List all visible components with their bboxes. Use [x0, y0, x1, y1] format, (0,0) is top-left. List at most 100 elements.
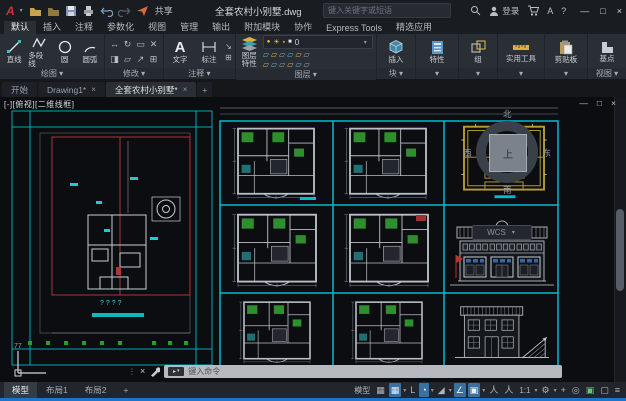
doc-minimize-button[interactable]: —: [579, 98, 588, 108]
polyline-tool[interactable]: 多段线: [28, 35, 50, 68]
object-snap-tracking-icon[interactable]: ∠: [454, 383, 466, 397]
hardware-acceleration-icon[interactable]: ▣: [584, 383, 597, 397]
properties-tool[interactable]: 特性: [419, 40, 455, 64]
compass-north[interactable]: 北: [503, 108, 512, 120]
clean-screen-icon[interactable]: ▢: [598, 383, 611, 397]
signin-button[interactable]: 登录: [489, 5, 519, 17]
doc-restore-button[interactable]: □: [597, 98, 602, 108]
layer-tool-icon[interactable]: ▱: [287, 60, 293, 69]
panel-label-utilities[interactable]: ▾: [498, 68, 544, 79]
vertical-scrollbar[interactable]: [614, 97, 626, 382]
ribbon-tab-insert[interactable]: 插入: [36, 19, 68, 34]
annotation-visibility-icon[interactable]: 人: [487, 383, 500, 397]
ribbon-tab-annotate[interactable]: 注释: [68, 19, 100, 34]
panel-label-clipboard[interactable]: ▾: [545, 68, 587, 79]
new-tab-button[interactable]: +: [197, 82, 212, 97]
panel-label-block[interactable]: 块 ▾: [377, 68, 415, 79]
ribbon-tab-default[interactable]: 默认: [4, 19, 36, 34]
layer-tool-icon[interactable]: ▱: [303, 50, 309, 59]
layer-tool-icon[interactable]: ▱: [279, 50, 285, 59]
crosshair-icon[interactable]: +: [559, 383, 568, 397]
workspace-caret-icon[interactable]: ▾: [554, 387, 557, 394]
base-point-tool[interactable]: 基点: [591, 40, 623, 63]
new-layout-button[interactable]: +: [115, 382, 136, 398]
ribbon-tab-output[interactable]: 输出: [205, 19, 237, 34]
help-icon[interactable]: ?: [561, 6, 566, 16]
panel-label-annotate[interactable]: 注释 ▾: [164, 68, 235, 79]
command-prompt-icon[interactable]: ▸▾: [168, 367, 184, 376]
osnap-caret-icon[interactable]: ▾: [482, 387, 485, 394]
wrench-icon[interactable]: [149, 366, 160, 377]
isolate-objects-icon[interactable]: ◎: [570, 383, 582, 397]
app-store-icon[interactable]: A: [547, 6, 553, 16]
ribbon-tab-addins[interactable]: 附加模块: [237, 19, 287, 34]
layer-tool-icon[interactable]: ▱: [287, 50, 293, 59]
layer-tool-icon[interactable]: ▱: [271, 50, 277, 59]
undo-icon[interactable]: [100, 5, 113, 17]
model-space-button[interactable]: 模型: [352, 385, 372, 396]
wcs-dropdown[interactable]: WCS ▾: [472, 225, 532, 240]
ribbon-tab-express[interactable]: Express Tools: [319, 22, 389, 34]
paste-tool[interactable]: 剪贴板: [548, 40, 584, 64]
drawing-viewport[interactable]: [-][俯视][二维线框] — □ ×: [0, 97, 626, 382]
ortho-mode-icon[interactable]: L: [408, 383, 417, 397]
insert-block-tool[interactable]: 插入: [383, 39, 409, 64]
close-tab-icon[interactable]: ×: [91, 85, 96, 94]
save-icon[interactable]: [65, 5, 77, 17]
panel-label-draw[interactable]: 绘图 ▾: [0, 68, 104, 79]
open-icon[interactable]: [29, 5, 42, 17]
utilities-tool[interactable]: 实用工具: [501, 40, 541, 63]
annotation-autoscale-icon[interactable]: 人: [502, 383, 515, 397]
snap-mode-icon[interactable]: ▦: [389, 383, 402, 397]
layer-tool-icon[interactable]: ▱: [263, 60, 269, 69]
maximize-button[interactable]: □: [600, 6, 605, 16]
doc-close-button[interactable]: ×: [611, 98, 616, 108]
viewcube-top-face[interactable]: 上: [489, 134, 527, 172]
text-tool[interactable]: A 文字: [167, 40, 193, 64]
close-tab-icon[interactable]: ×: [183, 85, 188, 94]
layer-properties-tool[interactable]: 图层特性: [239, 36, 260, 68]
layout-tab-layout1[interactable]: 布局1: [38, 382, 76, 398]
grid-display-icon[interactable]: ▦: [374, 383, 387, 397]
compass-west[interactable]: 西: [463, 147, 472, 159]
iso-caret-icon[interactable]: ▾: [449, 387, 452, 394]
search-input[interactable]: 键入关键字或短语: [323, 3, 451, 18]
layer-tool-icon[interactable]: ▱: [295, 60, 301, 69]
folder-icon[interactable]: [47, 5, 60, 17]
ribbon-tab-parametric[interactable]: 参数化: [100, 19, 141, 34]
erase-icon[interactable]: ✕: [147, 37, 160, 52]
panel-label-view[interactable]: 视图 ▾: [588, 68, 626, 79]
leader-icon[interactable]: ↘: [225, 42, 232, 51]
compass-east[interactable]: 东: [542, 147, 551, 159]
compass-south[interactable]: 南: [503, 184, 512, 196]
panel-label-modify[interactable]: 修改 ▾: [105, 68, 163, 79]
copy-icon[interactable]: ◨: [108, 52, 121, 67]
search-icon[interactable]: [470, 5, 481, 16]
annotation-scale-button[interactable]: 1:1: [517, 386, 532, 395]
cart-icon[interactable]: [527, 5, 539, 16]
layout-tab-layout2[interactable]: 布局2: [77, 382, 115, 398]
command-input[interactable]: ▸▾ 键入命令: [164, 365, 562, 378]
share-label[interactable]: 共享: [155, 4, 173, 17]
circle-tool[interactable]: 圆: [54, 39, 76, 64]
command-close-icon[interactable]: ×: [140, 366, 145, 376]
command-grip[interactable]: ⋮: [128, 367, 136, 376]
stretch-icon[interactable]: ↗: [134, 52, 147, 67]
ribbon-tab-view[interactable]: 视图: [141, 19, 173, 34]
polar-tracking-icon[interactable]: ◔: [419, 383, 428, 397]
isometric-drafting-icon[interactable]: ◢: [436, 383, 447, 397]
panel-label-properties[interactable]: ▾: [416, 68, 458, 79]
file-tab-start[interactable]: 开始: [2, 82, 37, 97]
group-tool[interactable]: 组: [462, 40, 494, 64]
array-icon[interactable]: ⊞: [147, 52, 160, 67]
ribbon-tab-collaborate[interactable]: 协作: [287, 19, 319, 34]
object-snap-icon[interactable]: ▣: [468, 383, 481, 397]
file-tab-active-document[interactable]: 全套农村小别墅*×: [106, 82, 196, 97]
snap-caret-icon[interactable]: ▾: [403, 387, 406, 394]
layer-tool-icon[interactable]: ▱: [303, 60, 309, 69]
viewport-controls[interactable]: [-][俯视][二维线框]: [4, 99, 75, 110]
plot-icon[interactable]: [82, 5, 95, 17]
close-button[interactable]: ×: [617, 6, 622, 16]
viewcube[interactable]: 上 北 南 西 东: [464, 109, 550, 195]
polar-caret-icon[interactable]: ▾: [431, 387, 434, 394]
